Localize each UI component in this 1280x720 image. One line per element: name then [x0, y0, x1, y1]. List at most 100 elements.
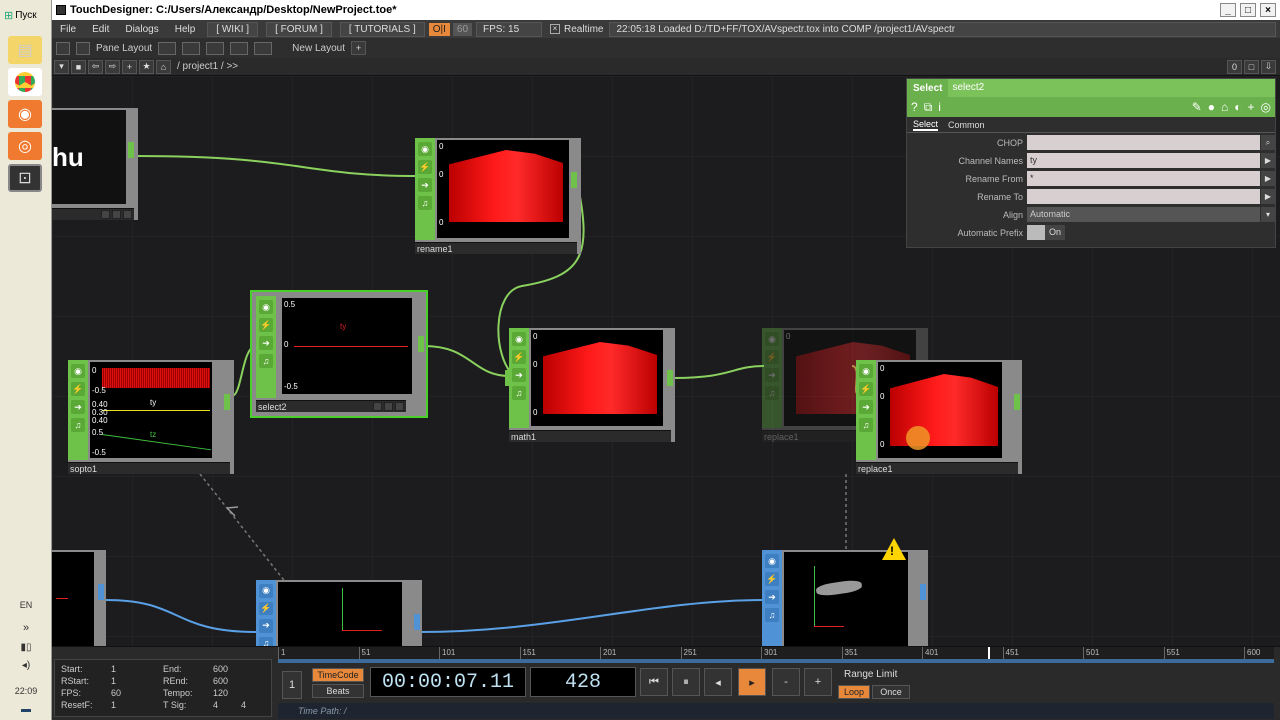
- start-button[interactable]: ⊞ Пуск: [2, 4, 48, 26]
- output-port[interactable]: [128, 142, 134, 158]
- back-icon[interactable]: ⇦: [88, 59, 103, 74]
- camera-app-icon[interactable]: ◎: [8, 132, 42, 160]
- param-row-chop[interactable]: CHOP ⌕: [907, 134, 1275, 151]
- rename-to-field[interactable]: [1027, 189, 1260, 204]
- realtime-checkbox[interactable]: ×: [550, 24, 561, 34]
- node-select2[interactable]: ◉ ⚡ ➔ ♫ 0.5 0 -0.5 ty select2: [250, 290, 428, 418]
- node-replace1[interactable]: ◉ ⚡ ➔ ♫ 0 0 0 replace1: [856, 360, 1022, 474]
- touchdesigner-taskbar-icon[interactable]: ⊡: [8, 164, 42, 192]
- output-port[interactable]: [1014, 394, 1020, 410]
- node-sop-middle[interactable]: ◉ ⚡ ➔ ♫: [256, 580, 422, 646]
- maximize-button[interactable]: □: [1240, 3, 1256, 17]
- node-label[interactable]: rename1: [415, 242, 577, 254]
- auto-prefix-toggle[interactable]: On: [1027, 225, 1066, 240]
- power-toggle[interactable]: O|I: [428, 22, 450, 36]
- network-path[interactable]: / project1 / >>: [177, 61, 1225, 72]
- pane-index[interactable]: 0: [1227, 59, 1242, 74]
- fps-cap-field[interactable]: 60: [452, 22, 473, 36]
- play-icon[interactable]: ▸: [738, 668, 766, 696]
- output-port[interactable]: [920, 584, 926, 600]
- maximize-pane-icon[interactable]: □: [1244, 59, 1259, 74]
- loop-button[interactable]: Loop: [838, 685, 870, 699]
- once-button[interactable]: Once: [872, 685, 910, 699]
- minimize-button[interactable]: _: [1220, 3, 1236, 17]
- tutorials-button[interactable]: [ TUTORIALS ]: [339, 21, 425, 37]
- python-icon[interactable]: ◐: [1234, 100, 1241, 114]
- app-orange-icon[interactable]: ◉: [8, 100, 42, 128]
- output-port[interactable]: [571, 172, 577, 188]
- chop-field[interactable]: [1027, 135, 1260, 150]
- home-icon[interactable]: ⌂: [156, 59, 171, 74]
- menu-arrow-icon[interactable]: ▶: [1261, 189, 1275, 204]
- wiki-button[interactable]: [ WIKI ]: [207, 21, 259, 37]
- align-dropdown[interactable]: Automatic: [1027, 207, 1260, 222]
- node-sop-right[interactable]: ◉ ⚡ ➔ ♫ !: [762, 538, 928, 646]
- forum-button[interactable]: [ FORUM ]: [266, 21, 332, 37]
- output-port[interactable]: [414, 614, 420, 630]
- pane-menu-icon[interactable]: ▾: [54, 59, 69, 74]
- param-row-channel-names[interactable]: Channel Names ty ▶: [907, 152, 1275, 169]
- minus-button[interactable]: -: [772, 668, 800, 696]
- volume-icon[interactable]: ◂): [4, 660, 48, 671]
- layout-split-h-button[interactable]: [182, 41, 201, 55]
- menu-dialogs[interactable]: Dialogs: [117, 24, 166, 35]
- output-port[interactable]: [224, 394, 230, 410]
- time-path[interactable]: Time Path: /: [278, 703, 1274, 719]
- forward-icon[interactable]: ⇨: [105, 59, 120, 74]
- output-port[interactable]: [418, 336, 424, 352]
- python-help-icon[interactable]: ⧉: [924, 100, 933, 115]
- explorer-icon[interactable]: ▤: [8, 36, 42, 64]
- help-icon[interactable]: ?: [911, 100, 918, 114]
- param-row-rename-to[interactable]: Rename To ▶: [907, 188, 1275, 205]
- rename-from-field[interactable]: *: [1027, 171, 1260, 186]
- tag-icon[interactable]: ⌂: [1221, 100, 1228, 114]
- param-row-rename-from[interactable]: Rename From * ▶: [907, 170, 1275, 187]
- timeline-ruler[interactable]: 1 51 101 151 201 251 301 351 401 451 501 551 600: [278, 647, 1274, 659]
- timecode-display[interactable]: 00:00:07.11: [370, 667, 526, 697]
- image-icon[interactable]: [56, 41, 70, 55]
- add-layout-button[interactable]: +: [350, 41, 366, 55]
- menu-edit[interactable]: Edit: [84, 24, 117, 35]
- warning-icon[interactable]: [882, 538, 906, 560]
- menu-arrow-icon[interactable]: ▶: [1261, 153, 1275, 168]
- info-icon[interactable]: i: [938, 100, 941, 114]
- node-sop-left[interactable]: [52, 550, 106, 646]
- browse-icon[interactable]: ⌕: [1261, 135, 1275, 150]
- plus-button[interactable]: +: [804, 668, 832, 696]
- menu-file[interactable]: File: [52, 24, 84, 35]
- range-bar[interactable]: [278, 659, 1274, 663]
- node-label[interactable]: [52, 208, 134, 220]
- rewind-icon[interactable]: ⏮: [640, 668, 668, 696]
- network-icon[interactable]: ▮▯: [4, 642, 48, 653]
- pause-icon[interactable]: ⏸: [672, 668, 700, 696]
- chevron-down-icon[interactable]: ▾: [1261, 207, 1275, 222]
- text-top-node[interactable]: hu: [52, 108, 138, 220]
- target-icon[interactable]: ◎: [1261, 100, 1271, 114]
- layout-triple-button[interactable]: [230, 41, 249, 55]
- timeline-start-field[interactable]: 1: [282, 671, 302, 699]
- menu-help[interactable]: Help: [167, 24, 204, 35]
- node-label[interactable]: replace1: [856, 462, 1018, 474]
- tab-select[interactable]: Select: [913, 119, 939, 131]
- edit-icon[interactable]: ✎: [1192, 100, 1202, 114]
- close-pane-icon[interactable]: ⇩: [1261, 59, 1276, 74]
- layout-single-button[interactable]: [158, 41, 177, 55]
- param-row-auto-prefix[interactable]: Automatic Prefix On: [907, 224, 1275, 241]
- view-icon[interactable]: [76, 41, 90, 55]
- language-indicator[interactable]: EN: [4, 600, 48, 610]
- node-label[interactable]: select2: [256, 400, 406, 412]
- clock[interactable]: 22:09: [4, 686, 48, 696]
- add-param-icon[interactable]: +: [1248, 100, 1255, 114]
- input-port[interactable]: [505, 370, 511, 386]
- param-op-name[interactable]: select2: [948, 79, 1275, 97]
- step-back-icon[interactable]: ◂: [704, 668, 732, 696]
- node-label[interactable]: math1: [509, 430, 671, 442]
- channel-names-field[interactable]: ty: [1027, 153, 1260, 168]
- tab-common[interactable]: Common: [948, 120, 985, 130]
- show-desktop-icon[interactable]: ▬: [4, 704, 48, 715]
- stop-icon[interactable]: ■: [71, 59, 86, 74]
- chrome-icon[interactable]: [8, 68, 42, 96]
- playhead[interactable]: [988, 647, 990, 659]
- param-row-align[interactable]: Align Automatic ▾: [907, 206, 1275, 223]
- close-button[interactable]: ×: [1260, 3, 1276, 17]
